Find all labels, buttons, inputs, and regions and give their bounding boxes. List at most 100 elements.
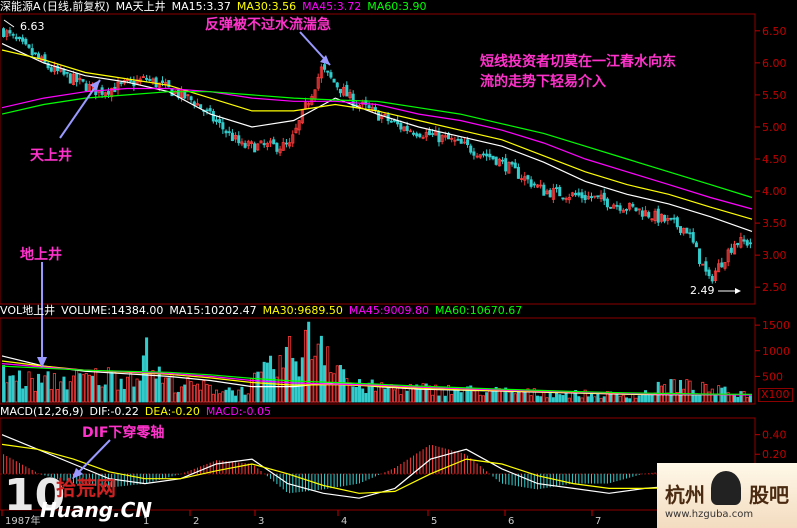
candle-body (100, 87, 104, 95)
candle-body (704, 261, 708, 272)
candle-body (37, 53, 41, 59)
volume-bar (475, 388, 479, 403)
arrow-head-tianshangjing (90, 80, 100, 90)
candle-body (596, 195, 600, 198)
x-tick-label: 6 (508, 516, 514, 527)
volume-bar (81, 374, 85, 403)
candle-body (62, 69, 66, 75)
candle-body (688, 232, 692, 235)
volume-bar (37, 373, 41, 403)
candle-body (81, 79, 85, 82)
volume-bar (678, 379, 683, 403)
candle-body (694, 242, 698, 248)
candle-body (618, 205, 622, 211)
volume-bar (561, 395, 565, 403)
candle-body (548, 189, 552, 198)
volume-bar (227, 387, 231, 403)
x-tick-label: 5 (431, 516, 437, 527)
candle-body (208, 108, 212, 112)
candle-body (494, 156, 498, 165)
volume-bar (748, 395, 752, 403)
candle-body (742, 239, 746, 242)
volume-bar (351, 386, 355, 403)
candle-body (472, 151, 476, 156)
candle-body (485, 153, 489, 157)
volume-bar (548, 393, 552, 403)
candle-body (529, 179, 533, 187)
volume-bar (481, 395, 485, 403)
volume-bar (65, 389, 69, 403)
vol-label: VOL地上井 (0, 304, 56, 317)
volume-bar (602, 396, 606, 403)
candle-body (65, 71, 69, 74)
volume-bars (2, 321, 752, 403)
price-tick-label: 3.00 (762, 249, 787, 262)
candle-body (459, 138, 463, 144)
candle-body (323, 64, 327, 70)
volume-bar (122, 388, 126, 403)
volume-bar (354, 387, 358, 403)
ma45-value: MA45:3.72 (302, 0, 362, 13)
candle-body (558, 186, 562, 197)
price-ma45-line (1, 87, 753, 210)
volume-bar (507, 391, 511, 403)
price-tick-label: 4.00 (762, 185, 787, 198)
volume-bar (729, 394, 733, 403)
candle-body (418, 133, 422, 138)
volume-bar (246, 393, 250, 403)
volume-bar (558, 394, 562, 403)
volume-bar (224, 389, 228, 403)
volume-bar (332, 373, 336, 403)
volume-ma30-line (1, 360, 753, 396)
candle-body (335, 82, 339, 88)
volume-bar (97, 385, 101, 403)
volume-bar (103, 384, 107, 403)
volume-bar (278, 355, 282, 403)
candle-body (326, 70, 330, 73)
watermark-left-cn: 拾荒网 (56, 476, 116, 500)
annotation-advice-line2: 流的走势下轻易介入 (480, 74, 606, 90)
volume-bar (513, 393, 517, 403)
volume-bar (234, 395, 238, 403)
volume-bar (399, 394, 403, 403)
volume-bar (523, 391, 527, 403)
volume-bar (555, 392, 559, 403)
volume-bar (440, 388, 444, 403)
price-tick-label: 5.00 (762, 121, 787, 134)
volume-bar (644, 390, 648, 403)
candle-body (504, 158, 508, 172)
stock-name: 深能源A (0, 0, 41, 13)
candle-body (526, 175, 530, 180)
volume-bar (669, 379, 673, 403)
volume-bar (138, 380, 142, 403)
candle-body (237, 135, 241, 144)
volume-bar (478, 394, 482, 403)
volume-bar (516, 391, 520, 403)
watermark-left-site: Huang.CN (40, 498, 153, 522)
ma30-value: MA30:3.56 (236, 0, 297, 13)
candle-body (338, 88, 342, 94)
volume-bar (745, 397, 749, 403)
volume-bar (284, 346, 288, 403)
candle-body (345, 84, 349, 97)
volume-ma15-line (1, 355, 753, 396)
volume-bar (262, 361, 266, 403)
candle-body (663, 214, 667, 222)
candle-body (17, 36, 21, 40)
macd-tick-label: 0.20 (762, 448, 787, 461)
volume-bar (361, 388, 365, 403)
volume-bar (237, 389, 241, 403)
candle-body (33, 52, 37, 55)
volume-bar (701, 381, 705, 403)
price-tick-label: 4.50 (762, 153, 787, 166)
price-tick-label: 3.50 (762, 217, 787, 230)
volume-bar (345, 378, 349, 403)
candle-body (466, 139, 470, 146)
annotation-dif-cross: DIF下穿零轴 (82, 425, 165, 441)
candle-body (367, 105, 371, 109)
volume-bar (91, 375, 95, 403)
volume-bar (230, 390, 234, 403)
candle-body (431, 133, 435, 135)
volume-bar (243, 394, 247, 403)
volume-bar (459, 392, 463, 403)
